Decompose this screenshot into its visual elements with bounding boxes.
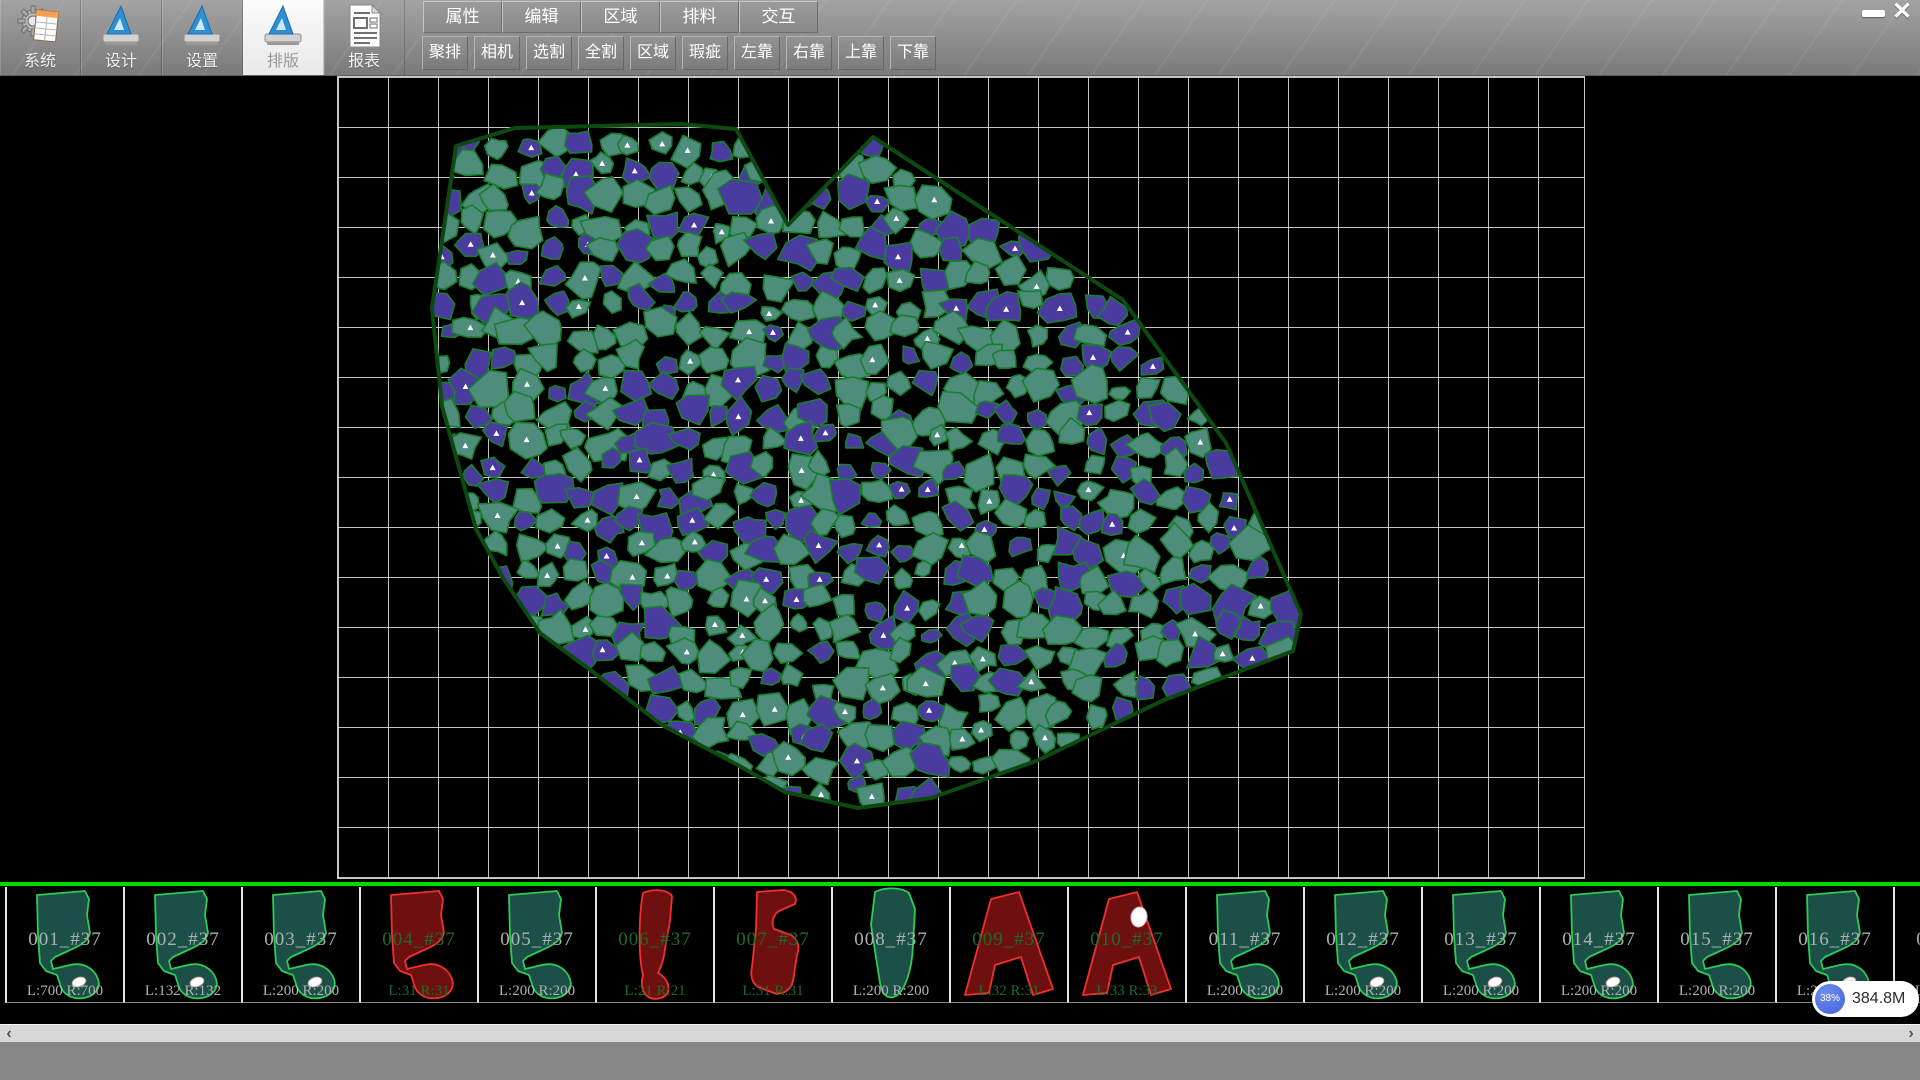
piece-lr-label: L:21 R:21 bbox=[597, 983, 713, 1000]
nesting-canvas[interactable] bbox=[0, 76, 1920, 882]
design-setsquare-icon bbox=[98, 3, 144, 49]
piece-thumbnail-011_#37[interactable]: 011_#37 L:200 R:200 bbox=[1187, 887, 1305, 1003]
piece-id-label: 003_#37 bbox=[243, 929, 359, 951]
usage-value-label: 384.8M bbox=[1852, 981, 1905, 1017]
menu-tab-属性[interactable]: 属性 bbox=[423, 1, 502, 33]
piece-id-label: 001_#37 bbox=[7, 929, 123, 951]
piece-id-label: 016_#37 bbox=[1777, 929, 1893, 951]
piece-id-label: 007_#37 bbox=[715, 929, 831, 951]
tool-button-相机[interactable]: 相机 bbox=[474, 36, 520, 70]
tool-button-全割[interactable]: 全割 bbox=[578, 36, 624, 70]
piece-thumbnail-007_#37[interactable]: 007_#37 L:31 R:31 bbox=[715, 887, 833, 1003]
scroll-right-icon[interactable]: › bbox=[1902, 1025, 1920, 1043]
toolbar-button-排版[interactable]: 排版 bbox=[243, 0, 324, 75]
piece-thumbnail-002_#37[interactable]: 002_#37 L:132 R:132 bbox=[125, 887, 243, 1003]
toolbar-button-label: 报表 bbox=[324, 47, 404, 71]
minimize-icon[interactable] bbox=[1862, 10, 1885, 17]
close-icon[interactable]: ✕ bbox=[1888, 0, 1916, 25]
piece-id-label: 015_#37 bbox=[1659, 929, 1775, 951]
toolbar-button-label: 排版 bbox=[243, 47, 323, 71]
tool-button-瑕疵[interactable]: 瑕疵 bbox=[682, 36, 728, 70]
app-window: 系统 设计 设置 排版 报表 属性编辑区域排料交互 聚排相机选割全割区域瑕疵左靠… bbox=[0, 0, 1920, 1080]
toolbar-button-设置[interactable]: 设置 bbox=[162, 0, 243, 75]
piece-id-label: 013_#37 bbox=[1423, 929, 1539, 951]
piece-lr-label: L:200 R:200 bbox=[833, 983, 949, 1000]
piece-id-label: 017_#37 bbox=[1895, 929, 1920, 951]
toolbar-button-系统[interactable]: 系统 bbox=[0, 0, 81, 75]
tool-button-下靠[interactable]: 下靠 bbox=[890, 36, 936, 70]
piece-thumbnail-009_#37[interactable]: 009_#37 L:32 R:31 bbox=[951, 887, 1069, 1003]
piece-lr-label: L:200 R:200 bbox=[1305, 983, 1421, 1000]
menu-tab-交互[interactable]: 交互 bbox=[739, 1, 818, 33]
tool-button-区域[interactable]: 区域 bbox=[630, 36, 676, 70]
piece-lr-label: L:32 R:31 bbox=[951, 983, 1067, 1000]
thumbnail-cells: 001_#37 L:700 R:700 002_#37 L:132 R:132 … bbox=[5, 887, 1920, 1002]
toolbar-button-设计[interactable]: 设计 bbox=[81, 0, 162, 75]
toolbar-button-label: 设计 bbox=[81, 47, 161, 71]
piece-thumbnail-003_#37[interactable]: 003_#37 L:200 R:200 bbox=[243, 887, 361, 1003]
piece-thumbnail-005_#37[interactable]: 005_#37 L:200 R:200 bbox=[479, 887, 597, 1003]
toolbar-button-报表[interactable]: 报表 bbox=[324, 0, 405, 75]
toolbar-button-label: 系统 bbox=[0, 47, 80, 71]
piece-lr-label: L:31 R:31 bbox=[361, 983, 477, 1000]
piece-lr-label: L:200 R:200 bbox=[479, 983, 595, 1000]
nested-hide-drawing bbox=[338, 77, 1584, 878]
toolbar: 系统 设计 设置 排版 报表 属性编辑区域排料交互 聚排相机选割全割区域瑕疵左靠… bbox=[0, 0, 1920, 76]
piece-thumbnail-010_#37[interactable]: 010_#37 L:33 R:33 bbox=[1069, 887, 1187, 1003]
piece-thumbnail-013_#37[interactable]: 013_#37 L:200 R:200 bbox=[1423, 887, 1541, 1003]
piece-lr-label: L:200 R:200 bbox=[243, 983, 359, 1000]
piece-thumbnail-014_#37[interactable]: 014_#37 L:200 R:200 bbox=[1541, 887, 1659, 1003]
piece-lr-label: L:200 R:200 bbox=[1659, 983, 1775, 1000]
piece-id-label: 005_#37 bbox=[479, 929, 595, 951]
tool-button-右靠[interactable]: 右靠 bbox=[786, 36, 832, 70]
piece-lr-label: L:31 R:31 bbox=[715, 983, 831, 1000]
report-doc-icon bbox=[341, 3, 387, 49]
toolbar-button-label: 设置 bbox=[162, 47, 242, 71]
menu-tab-排料[interactable]: 排料 bbox=[660, 1, 739, 33]
piece-id-label: 014_#37 bbox=[1541, 929, 1657, 951]
settings-setsquare-icon bbox=[179, 3, 225, 49]
piece-lr-label: L:33 R:33 bbox=[1069, 983, 1185, 1000]
piece-lr-label: L:200 R:200 bbox=[1423, 983, 1539, 1000]
piece-thumbnail-008_#37[interactable]: 008_#37 L:200 R:200 bbox=[833, 887, 951, 1003]
piece-thumbnail-001_#37[interactable]: 001_#37 L:700 R:700 bbox=[5, 887, 125, 1003]
layout-setsquare-icon bbox=[260, 3, 306, 49]
tool-button-选割[interactable]: 选割 bbox=[526, 36, 572, 70]
memory-usage-badge: 38% 384.8M bbox=[1812, 981, 1919, 1017]
piece-thumbnail-012_#37[interactable]: 012_#37 L:200 R:200 bbox=[1305, 887, 1423, 1003]
piece-thumbnail-006_#37[interactable]: 006_#37 L:21 R:21 bbox=[597, 887, 715, 1003]
piece-id-label: 008_#37 bbox=[833, 929, 949, 951]
piece-id-label: 009_#37 bbox=[951, 929, 1067, 951]
piece-id-label: 011_#37 bbox=[1187, 929, 1303, 951]
piece-id-label: 006_#37 bbox=[597, 929, 713, 951]
strip-top-line bbox=[0, 882, 1920, 886]
piece-lr-label: L:200 R:200 bbox=[1187, 983, 1303, 1000]
horizontal-scrollbar[interactable]: ‹ › bbox=[0, 1024, 1920, 1043]
menu-tabs: 属性编辑区域排料交互 bbox=[423, 1, 818, 33]
piece-id-label: 004_#37 bbox=[361, 929, 477, 951]
tool-button-聚排[interactable]: 聚排 bbox=[422, 36, 468, 70]
grid-area bbox=[337, 76, 1585, 879]
piece-thumbnail-strip: 001_#37 L:700 R:700 002_#37 L:132 R:132 … bbox=[0, 882, 1920, 1024]
bottom-status-strip bbox=[0, 1042, 1920, 1080]
system-gear-icon bbox=[17, 3, 63, 49]
piece-lr-label: L:700 R:700 bbox=[7, 983, 123, 1000]
piece-thumbnail-015_#37[interactable]: 015_#37 L:200 R:200 bbox=[1659, 887, 1777, 1003]
scroll-left-icon[interactable]: ‹ bbox=[0, 1025, 18, 1043]
piece-id-label: 012_#37 bbox=[1305, 929, 1421, 951]
main-icon-buttons: 系统 设计 设置 排版 报表 bbox=[0, 0, 405, 75]
piece-thumbnail-004_#37[interactable]: 004_#37 L:31 R:31 bbox=[361, 887, 479, 1003]
piece-id-label: 002_#37 bbox=[125, 929, 241, 951]
tool-buttons: 聚排相机选割全割区域瑕疵左靠右靠上靠下靠 bbox=[422, 36, 936, 70]
usage-percent-badge: 38% bbox=[1815, 984, 1845, 1014]
piece-lr-label: L:132 R:132 bbox=[125, 983, 241, 1000]
piece-lr-label: L:200 R:200 bbox=[1541, 983, 1657, 1000]
tool-button-上靠[interactable]: 上靠 bbox=[838, 36, 884, 70]
menu-tab-编辑[interactable]: 编辑 bbox=[502, 1, 581, 33]
menu-tab-区域[interactable]: 区域 bbox=[581, 1, 660, 33]
tool-button-左靠[interactable]: 左靠 bbox=[734, 36, 780, 70]
piece-id-label: 010_#37 bbox=[1069, 929, 1185, 951]
